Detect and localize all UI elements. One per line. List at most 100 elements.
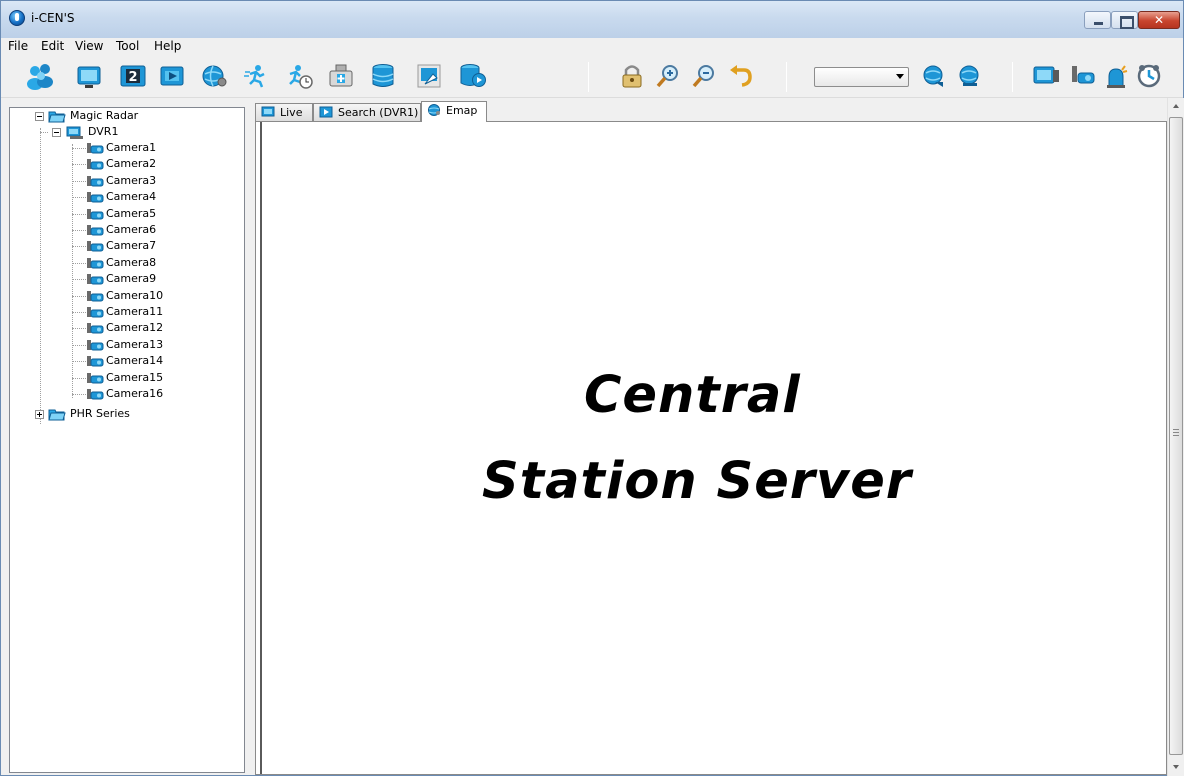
zoom-in-icon[interactable] — [653, 60, 683, 92]
tree-node-camera[interactable]: Camera7 — [106, 238, 156, 254]
database-play-icon[interactable] — [457, 60, 487, 92]
tree-node-magic-radar[interactable]: Magic Radar — [70, 108, 138, 124]
camera-icon — [86, 224, 104, 237]
tree-expand-toggle[interactable] — [35, 410, 44, 419]
export-clip-icon[interactable] — [415, 60, 445, 92]
toolbar-separator — [588, 62, 589, 92]
globe-next-icon[interactable] — [955, 60, 985, 92]
camera-icon — [86, 208, 104, 221]
tree-guide-line — [72, 197, 86, 199]
folder-icon — [48, 110, 66, 123]
tree-node-camera[interactable]: Camera11 — [106, 304, 163, 320]
tree-guide-line — [40, 128, 41, 414]
tree-guide-line — [40, 132, 48, 133]
tree-node-camera[interactable]: Camera6 — [106, 222, 156, 238]
tree-node-camera[interactable]: Camera16 — [106, 386, 163, 402]
tree-guide-line — [72, 394, 86, 395]
tree-node-camera[interactable]: Camera14 — [106, 353, 163, 369]
menu-file[interactable]: File — [8, 39, 28, 53]
tree-node-camera[interactable]: Camera4 — [106, 189, 156, 205]
toolbar-separator — [1012, 62, 1013, 92]
tab-search-label: Search (DVR1) — [338, 106, 419, 119]
window-title: i-CEN'S — [31, 11, 75, 25]
backup-device-icon[interactable] — [326, 60, 356, 92]
tab-live[interactable]: Live — [255, 103, 313, 122]
tab-search-dvr1[interactable]: Search (DVR1) — [313, 103, 421, 122]
camera-icon — [86, 257, 104, 270]
tree-node-camera[interactable]: Camera10 — [106, 288, 163, 304]
tree-node-camera[interactable]: Camera3 — [106, 173, 156, 189]
tree-guide-line — [72, 312, 86, 313]
camera-icon — [86, 240, 104, 253]
camera-icon — [86, 290, 104, 303]
tree-node-camera[interactable]: Camera13 — [106, 337, 163, 353]
vertical-scrollbar[interactable] — [1167, 98, 1184, 776]
toolbar-separator — [786, 62, 787, 92]
camera-icon — [86, 372, 104, 385]
menu-tool[interactable]: Tool — [116, 39, 139, 53]
scrollbar-thumb[interactable] — [1169, 117, 1183, 755]
globe-settings-icon[interactable] — [199, 60, 229, 92]
zoom-out-icon[interactable] — [689, 60, 719, 92]
tree-node-camera[interactable]: Camera9 — [106, 271, 156, 287]
dvr-icon — [66, 126, 84, 139]
map-select-dropdown[interactable] — [814, 67, 909, 87]
lock-icon[interactable] — [617, 60, 647, 92]
device-tree-panel: Magic Radar DVR1 Camera1 Camera2 Camera3 Ca… — [9, 107, 245, 773]
tree-node-camera[interactable]: Camera12 — [106, 320, 163, 336]
split-2-icon[interactable]: 2 — [118, 60, 148, 92]
tree-guide-line — [72, 361, 86, 363]
tree-node-camera[interactable]: Camera5 — [106, 206, 156, 222]
tab-emap-label: Emap — [446, 104, 478, 117]
grip-icon — [1173, 429, 1179, 436]
camera-icon — [86, 175, 104, 188]
emap-view[interactable]: Central Station Server — [255, 121, 1167, 775]
monitor-camera-icon[interactable] — [1031, 60, 1061, 92]
menu-help[interactable]: Help — [154, 39, 181, 53]
live-monitor-icon[interactable] — [75, 60, 105, 92]
undo-icon[interactable] — [726, 60, 756, 92]
camera-icon — [86, 322, 104, 335]
maximize-button[interactable] — [1111, 11, 1138, 29]
tree-node-phr-series[interactable]: PHR Series — [70, 406, 130, 422]
tree-collapse-toggle[interactable] — [35, 112, 44, 121]
tree-node-camera[interactable]: Camera2 — [106, 156, 156, 172]
tree-guide-line — [72, 344, 86, 346]
camera-icon — [86, 355, 104, 368]
tab-emap[interactable]: Emap — [421, 101, 487, 122]
tree-guide-line — [72, 164, 86, 166]
channel-view-icon[interactable] — [158, 60, 188, 92]
menu-edit[interactable]: Edit — [41, 39, 64, 53]
close-icon: ✕ — [1153, 13, 1165, 27]
camera-icon[interactable] — [1067, 60, 1097, 92]
central-station-title-line2: Station Server — [482, 452, 912, 511]
users-icon[interactable] — [25, 60, 55, 92]
tree-node-camera[interactable]: Camera15 — [106, 370, 163, 386]
database-icon[interactable] — [368, 60, 398, 92]
camera-icon — [86, 191, 104, 204]
camera-icon — [86, 142, 104, 155]
scroll-down-arrow-icon[interactable] — [1168, 759, 1184, 776]
motion-search-icon[interactable] — [242, 60, 272, 92]
central-station-title-line1: Central — [584, 366, 801, 425]
emap-canvas[interactable]: Central Station Server — [260, 122, 1166, 774]
menu-view[interactable]: View — [75, 39, 103, 53]
svg-text:2: 2 — [128, 70, 137, 85]
camera-icon — [86, 273, 104, 286]
clock-icon[interactable] — [1134, 60, 1164, 92]
globe-prev-icon[interactable] — [919, 60, 949, 92]
tree-node-dvr1[interactable]: DVR1 — [88, 124, 118, 140]
tree-node-camera[interactable]: Camera1 — [106, 140, 156, 156]
close-button[interactable]: ✕ — [1138, 11, 1180, 29]
scroll-up-arrow-icon[interactable] — [1168, 98, 1184, 115]
tree-guide-line — [72, 279, 86, 281]
minimize-button[interactable] — [1084, 11, 1111, 29]
application-window: i-CEN'S ✕ File Edit View Tool Help 2 Mag… — [0, 0, 1184, 776]
monitor-icon — [261, 106, 276, 118]
motion-schedule-icon[interactable] — [284, 60, 314, 92]
tree-node-camera[interactable]: Camera8 — [106, 255, 156, 271]
tree-guide-line — [72, 180, 86, 182]
tree-collapse-toggle[interactable] — [52, 128, 61, 137]
camera-icon — [86, 158, 104, 171]
alarm-bell-icon[interactable] — [1101, 60, 1131, 92]
